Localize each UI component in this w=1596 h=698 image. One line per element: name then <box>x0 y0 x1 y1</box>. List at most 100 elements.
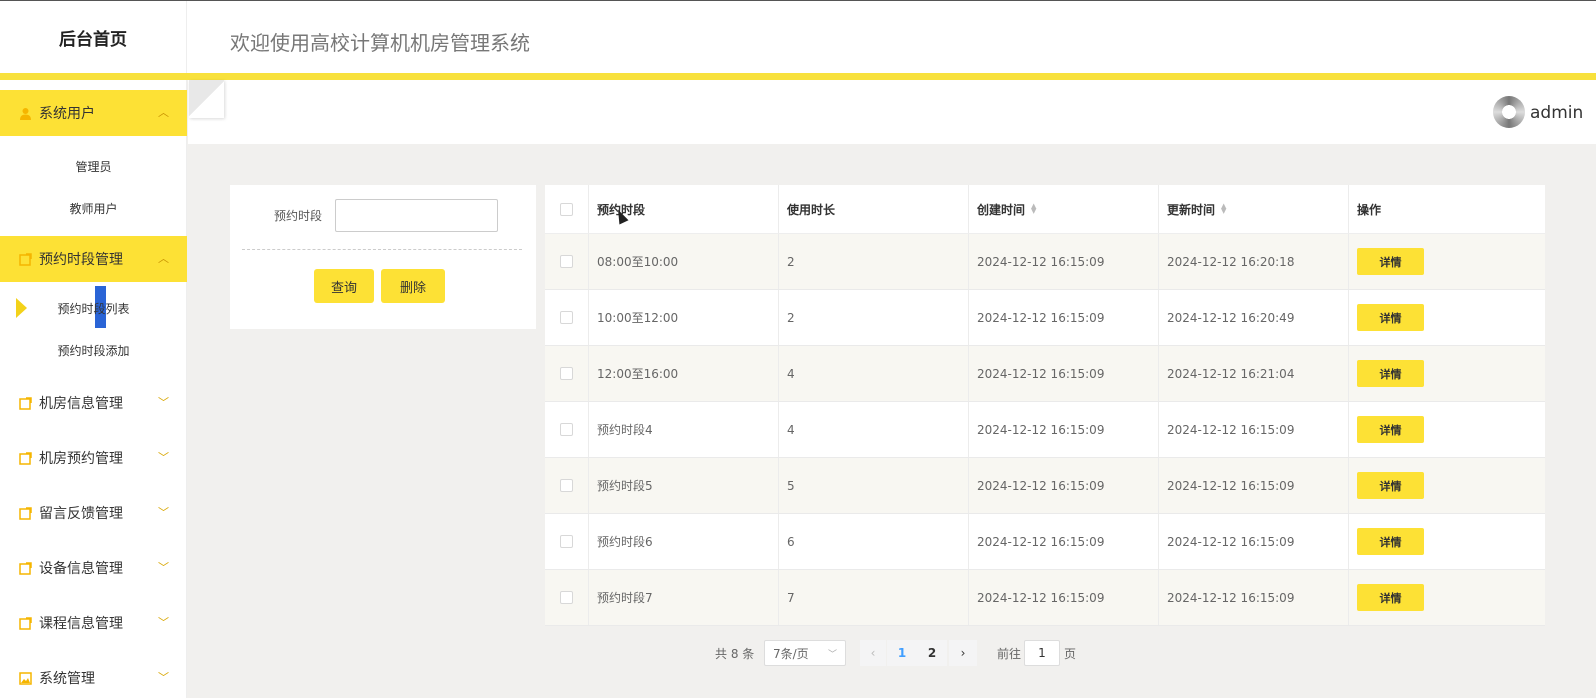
row-checkbox[interactable] <box>560 255 573 268</box>
table-row: 预约时段7 7 2024-12-12 16:15:09 2024-12-12 16:1… <box>545 570 1545 626</box>
row-checkbox[interactable] <box>560 423 573 436</box>
cell-created: 2024-12-12 16:15:09 <box>969 458 1159 513</box>
table-row: 08:00至10:00 2 2024-12-12 16:15:09 2024-12-1… <box>545 234 1545 290</box>
detail-button[interactable]: 详情 <box>1357 248 1424 275</box>
pagination-total: 共 8 条 <box>715 646 755 661</box>
sidebar-group-system-users[interactable]: 系统用户 ︿ <box>0 90 187 136</box>
collapse-sidebar-toggle[interactable] <box>189 80 224 118</box>
chevron-down-icon: ﹀ <box>158 561 169 574</box>
sidebar-item-period-add[interactable]: 预约时段添加 <box>0 332 187 368</box>
page-size-value: 7条/页 <box>773 646 809 661</box>
cell-created: 2024-12-12 16:15:09 <box>969 290 1159 345</box>
cell-updated: 2024-12-12 16:21:04 <box>1159 346 1349 401</box>
sidebar-group-period-management[interactable]: 预约时段管理 ︿ <box>0 236 187 282</box>
sidebar-item-period-list[interactable]: 预约时段列表 <box>0 290 187 326</box>
page-2-button[interactable]: 2 <box>917 640 947 666</box>
sidebar-item-teacher-users[interactable]: 教师用户 <box>0 190 187 226</box>
sidebar-group-room-info[interactable]: 机房信息管理 ﹀ <box>0 380 187 426</box>
detail-button[interactable]: 详情 <box>1357 584 1424 611</box>
username[interactable]: admin <box>1530 103 1583 123</box>
row-select-cell <box>545 458 589 513</box>
cell-duration: 4 <box>779 402 969 457</box>
cell-created: 2024-12-12 16:15:09 <box>969 234 1159 289</box>
table-header: 预约时段 使用时长 创建时间 ▲ ▼ 更新时间 ▲ ▼ 操作 <box>545 185 1545 234</box>
cell-period: 预约时段6 <box>589 514 779 569</box>
sidebar-group-label: 系统管理 <box>39 671 95 687</box>
cell-actions: 详情 <box>1349 402 1545 457</box>
row-checkbox[interactable] <box>560 311 573 324</box>
edit-icon <box>18 252 32 266</box>
cell-actions: 详情 <box>1349 514 1545 569</box>
cell-duration: 7 <box>779 570 969 625</box>
cell-period: 08:00至10:00 <box>589 234 779 289</box>
table-row: 预约时段4 4 2024-12-12 16:15:09 2024-12-12 16:1… <box>545 402 1545 458</box>
cell-duration: 4 <box>779 346 969 401</box>
cell-duration: 2 <box>779 290 969 345</box>
cell-period: 预约时段4 <box>589 402 779 457</box>
header-accent-line <box>0 73 1596 80</box>
cell-updated: 2024-12-12 16:20:18 <box>1159 234 1349 289</box>
sidebar-group-label: 设备信息管理 <box>39 561 123 577</box>
chevron-down-icon: ﹀ <box>158 671 169 684</box>
goto-page-input[interactable]: 1 <box>1024 640 1060 666</box>
row-select-cell <box>545 346 589 401</box>
edit-icon <box>18 451 32 465</box>
page-size-select[interactable]: 7条/页 ﹀ <box>764 640 846 666</box>
goto-label: 前往 <box>997 646 1022 661</box>
row-checkbox[interactable] <box>560 535 573 548</box>
detail-button[interactable]: 详情 <box>1357 360 1424 387</box>
chevron-up-icon: ︿ <box>158 252 169 265</box>
welcome-title: 欢迎使用高校计算机机房管理系统 <box>230 31 530 55</box>
sidebar-group-courses[interactable]: 课程信息管理 ﹀ <box>0 600 187 646</box>
sidebar-group-room-booking[interactable]: 机房预约管理 ﹀ <box>0 435 187 481</box>
row-checkbox[interactable] <box>560 479 573 492</box>
detail-button[interactable]: 详情 <box>1357 472 1424 499</box>
sidebar-group-label: 预约时段管理 <box>39 252 123 268</box>
column-header-updated[interactable]: 更新时间 ▲ ▼ <box>1159 185 1349 233</box>
sidebar-group-system-management[interactable]: 系统管理 ﹀ <box>0 655 187 698</box>
detail-button[interactable]: 详情 <box>1357 528 1424 555</box>
select-all-checkbox[interactable] <box>560 202 573 216</box>
column-header-duration: 使用时长 <box>779 185 969 233</box>
search-label: 预约时段 <box>274 209 323 223</box>
cell-created: 2024-12-12 16:15:09 <box>969 570 1159 625</box>
user-bar <box>188 80 1596 144</box>
row-checkbox[interactable] <box>560 367 573 380</box>
period-search-input[interactable] <box>335 199 498 232</box>
sidebar-item-admin[interactable]: 管理员 <box>0 148 187 184</box>
cell-period: 预约时段7 <box>589 570 779 625</box>
cell-duration: 2 <box>779 234 969 289</box>
sidebar-group-equipment[interactable]: 设备信息管理 ﹀ <box>0 545 187 591</box>
sidebar-group-label: 留言反馈管理 <box>39 506 123 522</box>
select-all-cell <box>545 185 589 233</box>
sidebar-group-feedback[interactable]: 留言反馈管理 ﹀ <box>0 490 187 536</box>
page-1-button[interactable]: 1 <box>887 640 917 666</box>
cell-updated: 2024-12-12 16:15:09 <box>1159 570 1349 625</box>
table-row: 预约时段5 5 2024-12-12 16:15:09 2024-12-12 16:1… <box>545 458 1545 514</box>
table-row: 预约时段6 6 2024-12-12 16:15:09 2024-12-12 16:1… <box>545 514 1545 570</box>
detail-button[interactable]: 详情 <box>1357 416 1424 443</box>
cell-updated: 2024-12-12 16:15:09 <box>1159 402 1349 457</box>
row-select-cell <box>545 290 589 345</box>
detail-button[interactable]: 详情 <box>1357 304 1424 331</box>
sort-icon[interactable]: ▲ ▼ <box>1031 203 1036 215</box>
edit-icon <box>18 506 32 520</box>
page-suffix: 页 <box>1064 646 1077 661</box>
cell-actions: 详情 <box>1349 234 1545 289</box>
avatar[interactable] <box>1493 96 1525 128</box>
query-button[interactable]: 查询 <box>314 269 374 303</box>
column-header-created[interactable]: 创建时间 ▲ ▼ <box>969 185 1159 233</box>
user-icon <box>18 106 32 120</box>
sort-icon[interactable]: ▲ ▼ <box>1221 203 1226 215</box>
delete-button[interactable]: 删除 <box>381 269 445 303</box>
sidebar-group-label: 课程信息管理 <box>39 616 123 632</box>
cell-actions: 详情 <box>1349 458 1545 513</box>
home-link[interactable]: 后台首页 <box>0 1 187 73</box>
prev-page-button[interactable]: ‹ <box>860 640 886 666</box>
next-page-button[interactable]: › <box>949 640 977 666</box>
top-header: 后台首页 欢迎使用高校计算机机房管理系统 <box>0 1 1596 73</box>
table-row: 12:00至16:00 4 2024-12-12 16:15:09 2024-12-1… <box>545 346 1545 402</box>
row-select-cell <box>545 234 589 289</box>
row-checkbox[interactable] <box>560 591 573 604</box>
cell-duration: 5 <box>779 458 969 513</box>
